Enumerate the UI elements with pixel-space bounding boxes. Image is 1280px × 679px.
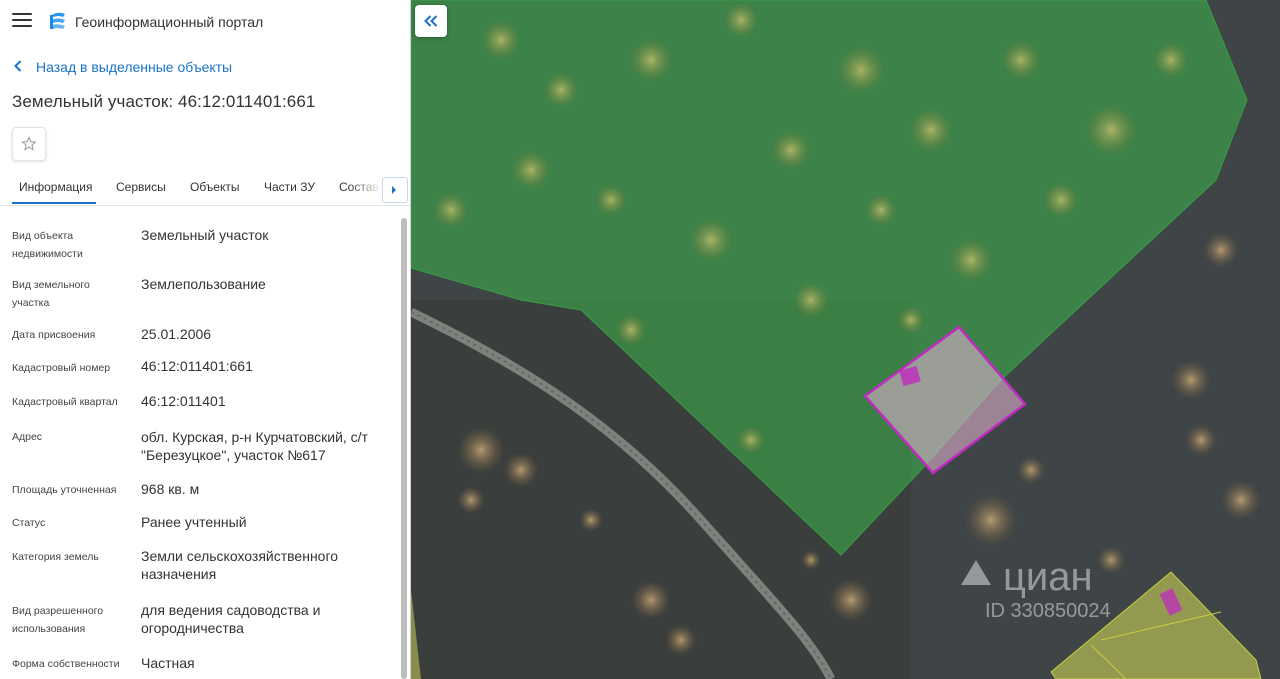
chevron-left-icon [14,59,26,75]
collapse-panel-button[interactable] [415,5,447,37]
attr-value: 25.01.2006 [141,326,212,342]
attr-label: Площадь уточненная [12,484,117,496]
active-tab-indicator [12,202,96,204]
back-to-selection-link[interactable]: Назад в выделенные объекты [14,59,232,75]
attr-label: Вид объекта недвижимости [12,230,83,260]
chevron-right-icon [392,186,396,194]
info-panel: Геоинформационный портал Назад в выделен… [0,0,411,679]
tab-info[interactable]: Информация [19,180,92,194]
top-bar: Геоинформационный портал [0,0,410,44]
attr-label: Статус [12,517,46,529]
attr-label: Дата присвоения [12,329,96,341]
attr-value: Частная [141,655,195,671]
favorite-button[interactable] [12,127,46,161]
attr-value: 968 кв. м [141,481,200,497]
attr-label: Адрес [12,431,43,443]
attr-value: Земли сельскохозяйственного назначения [141,548,339,582]
attr-value: 46:12:011401 [141,393,226,409]
map-view[interactable]: циан ID 330850024 [411,0,1280,679]
attr-value: 46:12:011401:661 [141,358,253,374]
attr-value: Землепользование [141,276,266,292]
watermark-brand: циан [1003,555,1093,599]
watermark-id: ID 330850024 [985,600,1111,622]
attr-label: Вид земельного участка [12,279,90,309]
tabs-scroll-right-button[interactable] [382,177,408,203]
satellite-map[interactable]: циан ID 330850024 [411,0,1280,679]
attr-value: Земельный участок [141,227,269,243]
attr-value: Ранее учтенный [141,514,247,530]
tab-fade [350,174,382,204]
attr-label: Категория земель [12,551,99,563]
attr-label: Форма собственности [12,658,120,670]
menu-icon[interactable] [12,13,32,29]
attr-label: Кадастровый квартал [12,396,118,408]
star-icon [21,136,37,151]
attr-value: обл. Курская, р-н Курчатовский, с/т "Бер… [141,429,368,463]
tab-services[interactable]: Сервисы [116,180,166,194]
attr-label: Вид разрешенного использования [12,605,104,635]
page-title: Земельный участок: 46:12:011401:661 [12,92,316,111]
tab-bar: Информация Сервисы Объекты Части ЗУ Сост… [0,173,410,206]
double-chevron-left-icon [424,15,438,27]
portal-logo-icon[interactable] [48,11,68,33]
scrollbar-thumb[interactable] [401,218,407,679]
tab-objects[interactable]: Объекты [190,180,240,194]
tab-parcel-parts[interactable]: Части ЗУ [264,180,315,194]
portal-title: Геоинформационный портал [75,14,264,30]
attr-value: для ведения садоводства и огородничества [141,602,321,636]
back-link-label: Назад в выделенные объекты [36,59,233,75]
attr-label: Кадастровый номер [12,362,111,374]
